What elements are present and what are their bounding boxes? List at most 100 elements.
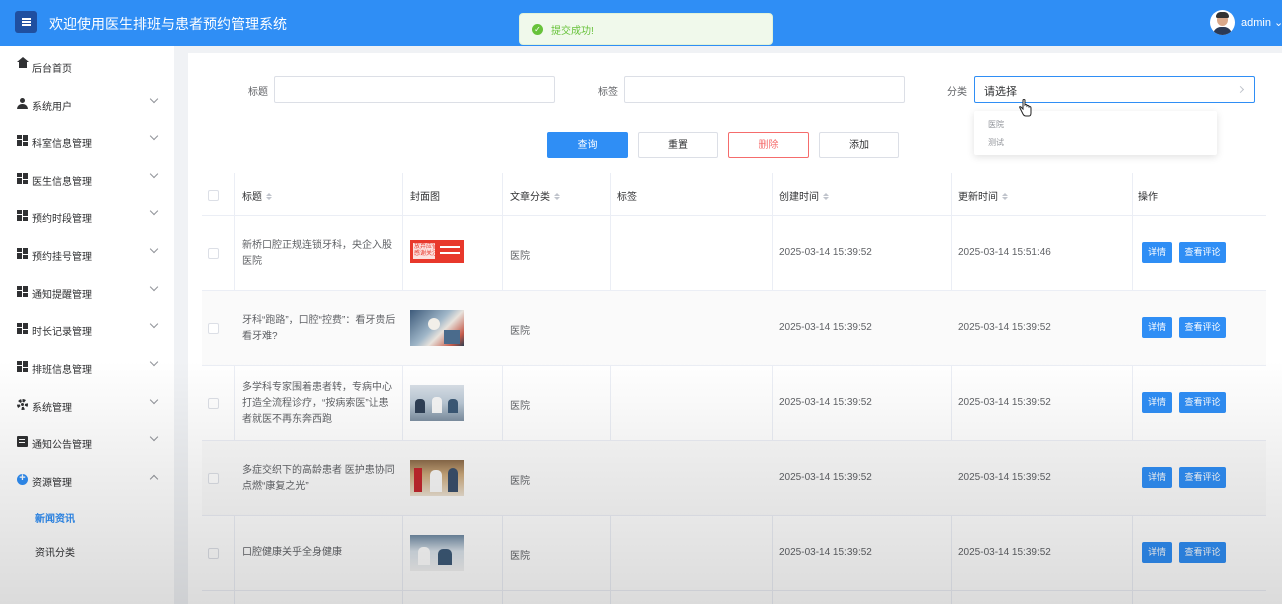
avatar[interactable]	[1210, 10, 1235, 35]
view-comments-button[interactable]: 查看评论	[1179, 542, 1226, 563]
delete-button[interactable]: 删除	[728, 132, 809, 158]
category-select-value: 请选择	[984, 86, 1017, 98]
sidebar-item-label: 医生信息管理	[32, 177, 92, 188]
view-comments-button[interactable]: 查看评论	[1179, 317, 1226, 338]
sidebar-item-department[interactable]: 科室信息管理	[0, 123, 174, 159]
sidebar-item-registration[interactable]: 预约挂号管理	[0, 236, 174, 272]
row-title: 多症交织下的高龄患者 医护患协同点燃“康复之光”	[242, 465, 395, 492]
chevron-up-icon	[149, 474, 159, 484]
grid-icon	[17, 286, 28, 297]
row-checkbox[interactable]	[208, 398, 219, 409]
grid-icon	[17, 323, 28, 334]
app-title: 欢迎使用医生排班与患者预约管理系统	[49, 16, 287, 32]
row-updated: 2025-03-14 15:39:52	[958, 322, 1051, 333]
sort-icon[interactable]	[266, 193, 272, 200]
column-header-actions: 操作	[1138, 192, 1158, 203]
detail-button[interactable]: 详情	[1142, 242, 1172, 263]
view-comments-button[interactable]: 查看评论	[1179, 467, 1226, 488]
table-header: 标题 封面图 文章分类 标签 创建时间 更新时间 操作	[202, 173, 1266, 216]
grid-icon	[17, 210, 28, 221]
user-icon	[17, 98, 28, 109]
sidebar-item-announcements[interactable]: 通知公告管理	[0, 424, 174, 460]
column-header-category[interactable]: 文章分类	[510, 188, 560, 203]
sidebar-item-label: 系统管理	[32, 403, 72, 414]
sidebar-item-label: 预约时段管理	[32, 214, 92, 225]
reset-button[interactable]: 重置	[638, 132, 718, 158]
toast-message: 提交成功!	[551, 25, 594, 37]
sidebar-item-system-settings[interactable]: 系统管理	[0, 387, 174, 423]
chevron-down-icon	[149, 206, 159, 216]
dropdown-option[interactable]: 医院	[988, 119, 1004, 130]
table-row: 牙科“跑路”，口腔“控费”：看牙贵后看牙难? 医院 2025-03-14 15:…	[202, 291, 1266, 366]
table-row: 新桥口腔正规连锁牙科，央企入股医院 放弃应征 感谢关注 医院 2025-03-1…	[202, 216, 1266, 291]
grid-icon	[17, 135, 28, 146]
column-header-tag: 标签	[617, 192, 637, 203]
sidebar-subitem-news-category[interactable]: 资讯分类	[0, 534, 174, 566]
sort-icon[interactable]	[554, 193, 560, 200]
view-comments-button[interactable]: 查看评论	[1179, 392, 1226, 413]
detail-button[interactable]: 详情	[1142, 392, 1172, 413]
sidebar-item-label: 通知提醒管理	[32, 290, 92, 301]
sort-icon[interactable]	[1002, 193, 1008, 200]
sidebar-subitem-label: 资讯分类	[35, 548, 75, 559]
tag-filter-input[interactable]	[624, 76, 905, 103]
chevron-down-icon	[149, 131, 159, 141]
sidebar-item-notice-reminder[interactable]: 通知提醒管理	[0, 274, 174, 310]
sidebar-item-home[interactable]: 后台首页	[0, 48, 174, 84]
sidebar-item-label: 后台首页	[32, 64, 72, 75]
add-button[interactable]: 添加	[819, 132, 899, 158]
cover-image	[410, 310, 464, 346]
menu-toggle-button[interactable]	[15, 11, 37, 33]
table-row: 多症交织下的高龄患者 医护患协同点燃“康复之光” 医院 2025-03-14 1…	[202, 441, 1266, 516]
sidebar-subitem-news[interactable]: 新闻资讯	[0, 500, 174, 532]
chevron-down-icon	[149, 282, 159, 292]
chevron-right-icon	[1236, 85, 1245, 94]
sidebar-item-system-users[interactable]: 系统用户	[0, 86, 174, 122]
detail-button[interactable]: 详情	[1142, 542, 1172, 563]
sidebar-item-time-slot[interactable]: 预约时段管理	[0, 198, 174, 234]
sidebar-item-schedule[interactable]: 排班信息管理	[0, 349, 174, 385]
view-comments-button[interactable]: 查看评论	[1179, 242, 1226, 263]
query-button[interactable]: 查询	[547, 132, 628, 158]
chevron-down-icon	[149, 169, 159, 179]
sidebar-item-doctor[interactable]: 医生信息管理	[0, 161, 174, 197]
sidebar-item-duration[interactable]: 时长记录管理	[0, 311, 174, 347]
column-header-title[interactable]: 标题	[242, 188, 272, 203]
hamburger-icon	[21, 18, 31, 26]
row-title: 口腔健康关乎全身健康	[242, 547, 342, 558]
chevron-down-icon	[149, 94, 159, 104]
news-table: 标题 封面图 文章分类 标签 创建时间 更新时间 操作 新桥口腔正规连锁牙科，央…	[202, 173, 1266, 604]
row-created: 2025-03-14 15:39:52	[779, 397, 872, 408]
title-filter-input[interactable]	[274, 76, 555, 103]
grid-icon	[17, 248, 28, 259]
dropdown-option[interactable]: 测试	[988, 137, 1004, 148]
row-checkbox[interactable]	[208, 248, 219, 259]
row-category: 医院	[510, 476, 530, 487]
row-category: 医院	[510, 326, 530, 337]
category-dropdown: 医院 测试	[974, 111, 1217, 155]
sidebar-item-label: 排班信息管理	[32, 365, 92, 376]
user-menu[interactable]: admin ⌄	[1241, 16, 1282, 29]
sidebar-item-label: 时长记录管理	[32, 327, 92, 338]
detail-button[interactable]: 详情	[1142, 467, 1172, 488]
plus-circle-icon	[17, 472, 28, 485]
table-row: 多学科专家围着患者转，专病中心打造全流程诊疗，“按病索医”让患者就医不再东奔西跑…	[202, 366, 1266, 441]
column-header-created[interactable]: 创建时间	[779, 188, 829, 203]
sort-icon[interactable]	[823, 193, 829, 200]
row-title: 新桥口腔正规连锁牙科，央企入股医院	[242, 240, 392, 267]
select-all-checkbox[interactable]	[208, 190, 219, 201]
table-row: 口腔健康关乎全身健康 医院 2025-03-14 15:39:52 2025-0…	[202, 516, 1266, 591]
row-created: 2025-03-14 15:39:52	[779, 322, 872, 333]
grid-icon	[17, 361, 28, 372]
gear-icon	[17, 399, 28, 410]
document-icon	[17, 436, 28, 447]
sidebar-item-resources[interactable]: 资源管理	[0, 462, 174, 498]
category-select[interactable]: 请选择	[974, 76, 1255, 103]
detail-button[interactable]: 详情	[1142, 317, 1172, 338]
row-checkbox[interactable]	[208, 323, 219, 334]
tag-filter-label: 标签	[598, 87, 618, 98]
column-header-updated[interactable]: 更新时间	[958, 188, 1008, 203]
row-checkbox[interactable]	[208, 548, 219, 559]
row-checkbox[interactable]	[208, 473, 219, 484]
row-title: 多学科专家围着患者转，专病中心打造全流程诊疗，“按病索医”让患者就医不再东奔西跑	[242, 382, 392, 425]
